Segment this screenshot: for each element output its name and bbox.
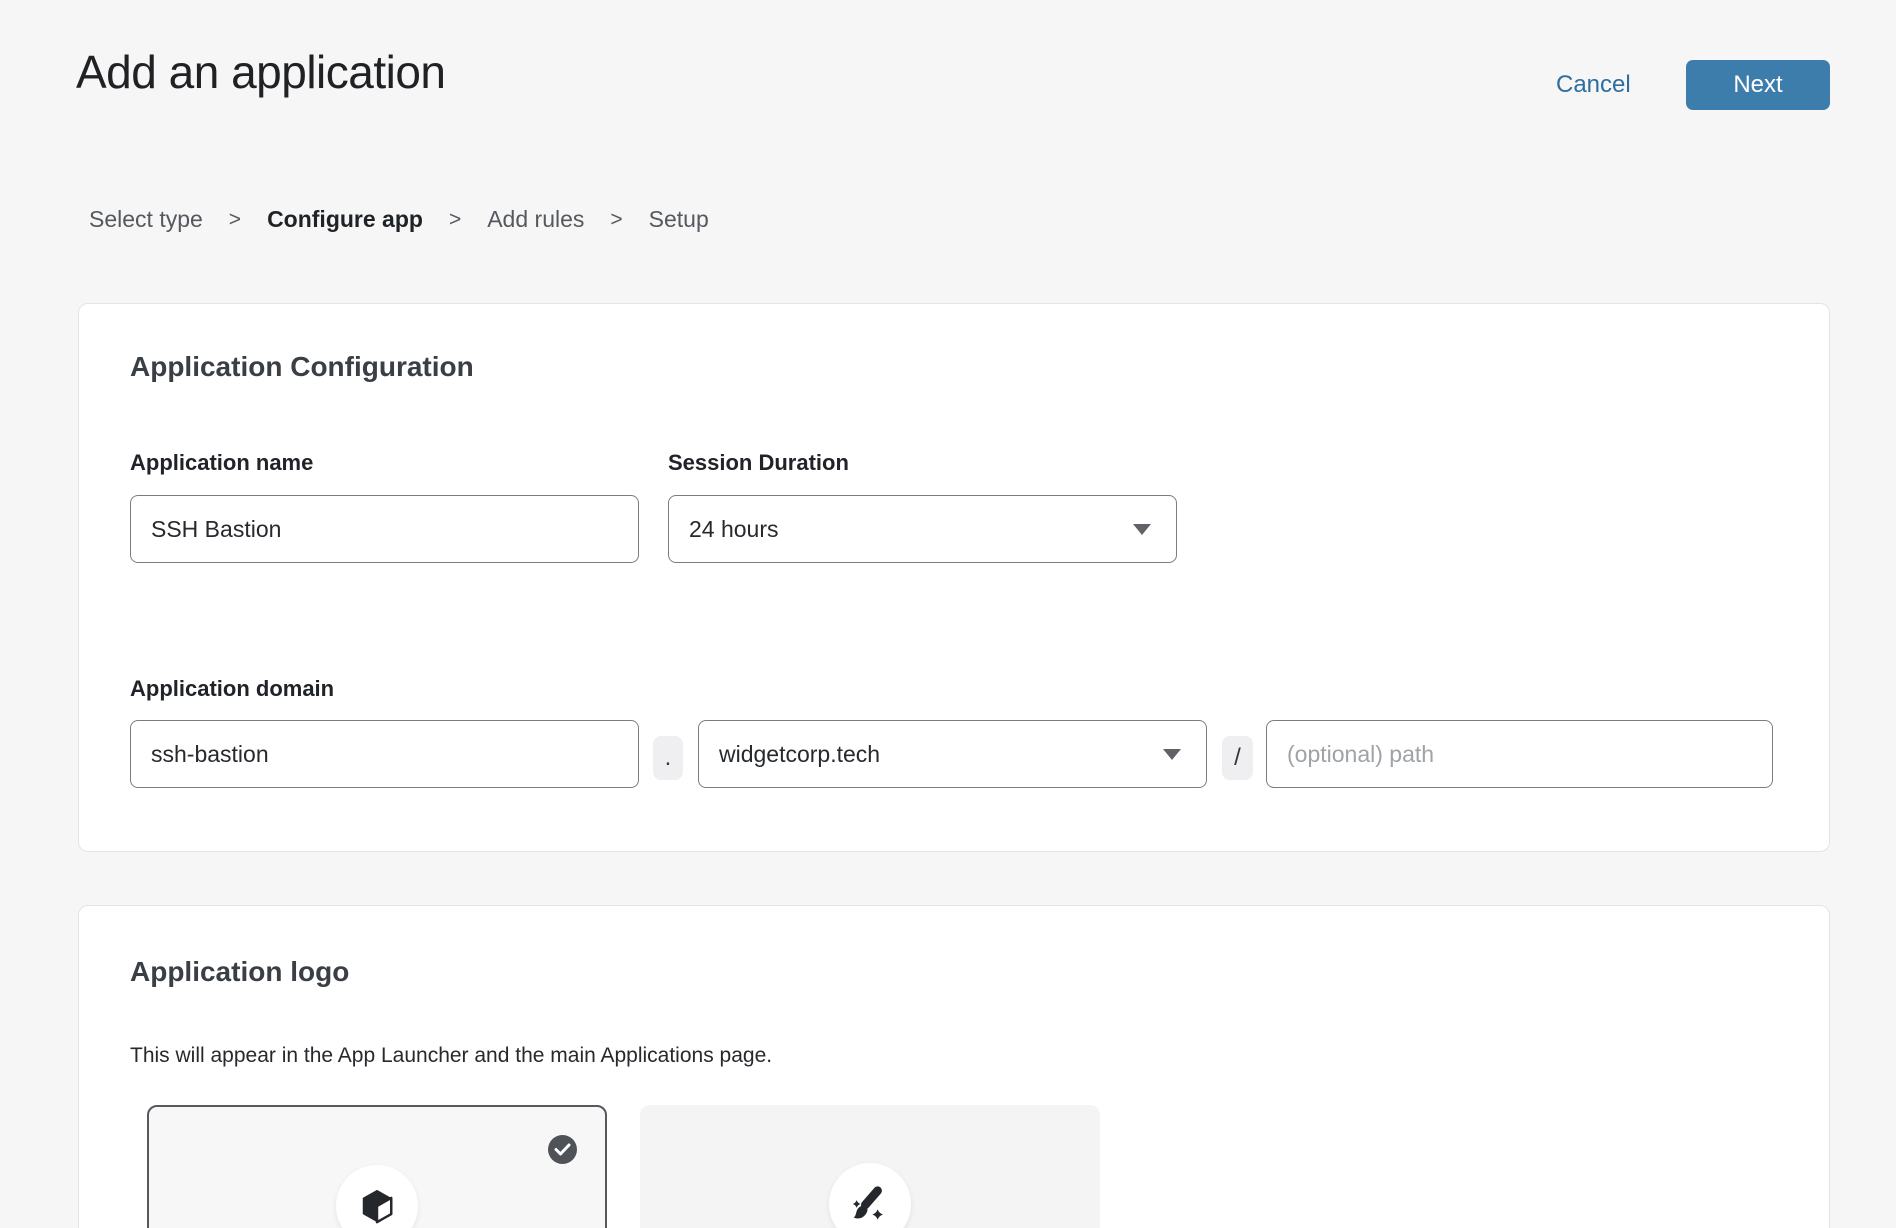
breadcrumb-step-add-rules[interactable]: Add rules (487, 206, 584, 233)
cancel-button[interactable]: Cancel (1556, 71, 1631, 99)
domain-select[interactable]: widgetcorp.tech (698, 720, 1207, 788)
chevron-down-icon (1162, 748, 1182, 761)
application-name-label: Application name (130, 450, 313, 476)
custom-logo-option[interactable] (640, 1105, 1100, 1228)
default-logo-option[interactable] (147, 1105, 607, 1228)
default-logo-circle (336, 1165, 418, 1228)
application-name-input[interactable] (130, 495, 639, 563)
domain-value: widgetcorp.tech (719, 741, 880, 768)
breadcrumb-separator: > (229, 208, 241, 232)
breadcrumb-separator: > (449, 208, 461, 232)
path-input[interactable] (1266, 720, 1773, 788)
next-button[interactable]: Next (1686, 60, 1830, 110)
page-title: Add an application (76, 45, 446, 99)
checkmark-icon (554, 1143, 571, 1156)
selected-check-badge (548, 1135, 577, 1164)
slash-separator: / (1222, 736, 1253, 780)
paintbrush-icon (849, 1183, 891, 1225)
session-duration-value: 24 hours (689, 516, 779, 543)
session-duration-label: Session Duration (668, 450, 849, 476)
application-configuration-card: Application Configuration Application na… (78, 303, 1830, 852)
application-logo-heading: Application logo (130, 956, 349, 988)
chevron-down-icon (1132, 523, 1152, 536)
breadcrumb-separator: > (610, 208, 622, 232)
add-application-page: Add an application Cancel Next Select ty… (0, 0, 1896, 1228)
application-logo-description: This will appear in the App Launcher and… (130, 1044, 772, 1068)
cube-icon (358, 1187, 396, 1225)
breadcrumb-step-setup[interactable]: Setup (649, 206, 709, 233)
custom-logo-circle (829, 1163, 911, 1228)
application-domain-label: Application domain (130, 676, 334, 702)
breadcrumb-step-select-type[interactable]: Select type (89, 206, 203, 233)
application-logo-card: Application logo This will appear in the… (78, 905, 1830, 1228)
session-duration-select[interactable]: 24 hours (668, 495, 1177, 563)
breadcrumb-step-configure-app[interactable]: Configure app (267, 206, 423, 233)
dot-separator: . (653, 736, 683, 780)
breadcrumb: Select type > Configure app > Add rules … (89, 206, 709, 233)
application-configuration-heading: Application Configuration (130, 351, 474, 383)
subdomain-input[interactable] (130, 720, 639, 788)
